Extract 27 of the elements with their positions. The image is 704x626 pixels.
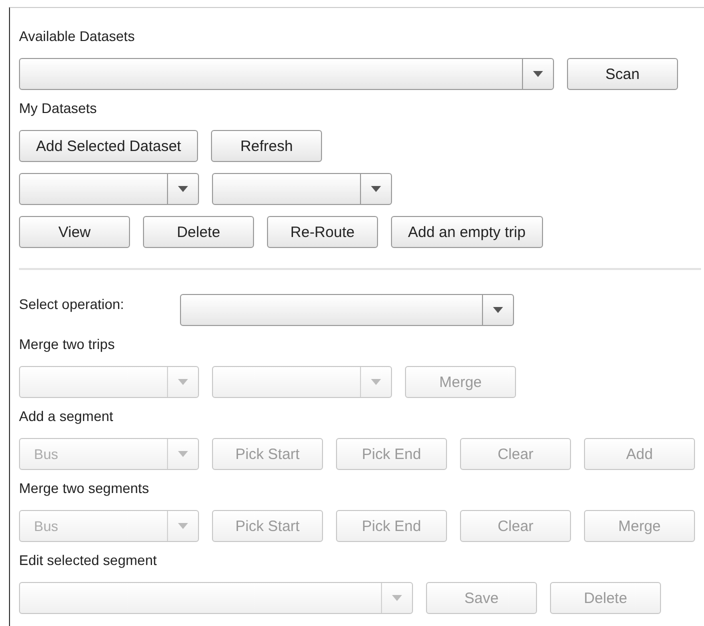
dropdown[interactable] — [212, 173, 392, 205]
caret-icon — [371, 186, 381, 192]
caret-icon — [493, 307, 503, 313]
section-label: Merge two trips — [19, 335, 116, 354]
action-button[interactable]: View — [19, 216, 130, 248]
dropdown[interactable] — [19, 173, 199, 205]
caret-icon — [392, 595, 402, 601]
section-label: My Datasets — [19, 99, 98, 118]
action-button[interactable]: Re-Route — [267, 216, 378, 248]
action-button[interactable]: Add Selected Dataset — [19, 130, 198, 162]
caret-icon — [533, 71, 543, 77]
field-label: Select operation: — [19, 295, 126, 314]
action-button[interactable]: Delete — [143, 216, 254, 248]
section-label: Available Datasets — [19, 27, 136, 46]
action-button[interactable]: Refresh — [211, 130, 322, 162]
caret-icon — [371, 379, 381, 385]
caret-icon — [178, 451, 188, 457]
dropdown[interactable] — [180, 294, 514, 326]
action-button[interactable]: Add an empty trip — [391, 216, 543, 248]
section-label: Merge two segments — [19, 479, 150, 498]
caret-icon — [178, 186, 188, 192]
dropdown[interactable] — [19, 58, 554, 90]
caret-icon — [178, 379, 188, 385]
action-button[interactable]: Scan — [567, 58, 678, 90]
section-label: Edit selected segment — [19, 551, 158, 570]
caret-icon — [178, 523, 188, 529]
section-label: Add a segment — [19, 407, 114, 426]
